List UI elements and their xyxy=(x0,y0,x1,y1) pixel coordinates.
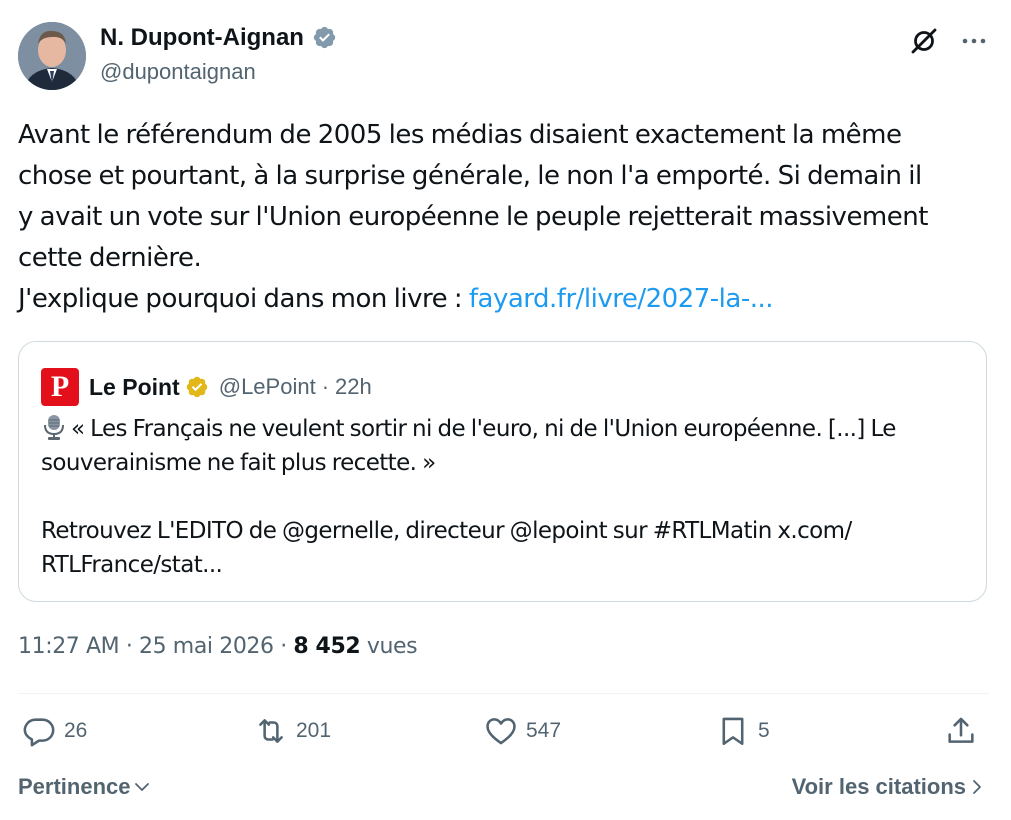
tweet-text-line: y avait un vote sur l'Union européenne l… xyxy=(18,202,928,232)
like-count: 547 xyxy=(526,719,562,742)
more-options-icon[interactable] xyxy=(959,26,989,56)
tweet-header: N. Dupont-Aignan @dupontaignan xyxy=(18,20,993,92)
tweet-date[interactable]: 25 mai 2026 xyxy=(139,634,274,659)
like-button[interactable]: 547 xyxy=(484,714,561,748)
grok-icon[interactable] xyxy=(909,26,939,56)
quoted-tweet-text: « Les Français ne veulent sortir ni de l… xyxy=(41,412,971,582)
reply-button[interactable]: 26 xyxy=(22,714,87,748)
quoted-author-handle[interactable]: @LePoint xyxy=(219,374,316,400)
gold-verified-badge-icon xyxy=(185,375,209,399)
repost-icon xyxy=(259,719,283,743)
author-handle[interactable]: @dupontaignan xyxy=(100,57,337,87)
tweet-text-line: cette dernière. xyxy=(18,243,202,273)
studio-microphone-icon xyxy=(41,413,67,441)
sort-label: Pertinence xyxy=(18,774,131,799)
heart-icon xyxy=(486,718,516,745)
quoted-author-name[interactable]: Le Point xyxy=(89,374,180,401)
separator-dot: · xyxy=(125,634,133,659)
reply-count: 26 xyxy=(64,719,88,742)
repost-button[interactable]: 201 xyxy=(254,714,331,748)
quoted-text-line: « Les Français ne veulent sortir ni de l… xyxy=(41,412,971,446)
author-info: N. Dupont-Aignan @dupontaignan xyxy=(100,22,337,87)
tweet-meta: 11:27 AM · 25 mai 2026 · 8 452 vues xyxy=(18,634,418,659)
quoted-text-line-1: « Les Français ne veulent sortir ni de l… xyxy=(71,416,896,442)
bookmark-icon xyxy=(722,717,744,746)
quoted-text-line-2: souverainisme ne fait plus recette. » xyxy=(41,450,436,476)
tweet-actions: 26 201 547 5 xyxy=(18,714,988,758)
chevron-right-icon xyxy=(973,780,981,794)
repost-count: 201 xyxy=(296,719,332,742)
author-avatar[interactable] xyxy=(18,22,86,90)
separator-dot: · xyxy=(321,374,330,399)
quoted-tweet-header: P Le Point @LePoint · 22h xyxy=(41,368,372,406)
tweet-text: Avant le référendum de 2005 les médias d… xyxy=(18,115,993,320)
author-display-name[interactable]: N. Dupont-Aignan xyxy=(100,22,304,54)
view-quotes-link[interactable]: Voir les citations xyxy=(792,774,986,800)
bookmark-button[interactable]: 5 xyxy=(716,714,770,748)
quoted-text-line-3: Retrouvez L'EDITO de @gernelle, directeu… xyxy=(41,518,852,544)
bookmark-count: 5 xyxy=(758,719,770,742)
book-link[interactable]: fayard.fr/livre/2027-la-... xyxy=(469,284,774,314)
share-icon xyxy=(948,717,974,743)
verified-badge-icon[interactable] xyxy=(312,25,337,50)
quoted-tweet[interactable]: P Le Point @LePoint · 22h « Les Français… xyxy=(18,341,987,602)
view-quotes-label: Voir les citations xyxy=(791,774,966,799)
views-label: vues xyxy=(366,634,418,659)
separator-dot: · xyxy=(280,634,287,659)
divider xyxy=(18,693,989,694)
quoted-tweet-time[interactable]: 22h xyxy=(335,374,372,400)
sort-dropdown[interactable]: Pertinence xyxy=(18,774,151,800)
tweet-text-prefix: J'explique pourquoi dans mon livre : xyxy=(18,284,469,314)
tweet-top-actions xyxy=(909,26,989,56)
tweet-text-line: chose et pourtant, à la surprise général… xyxy=(18,161,922,191)
quoted-text-line-4: RTLFrance/stat... xyxy=(41,552,223,578)
tweet-footer: Pertinence Voir les citations xyxy=(18,774,986,806)
reply-icon xyxy=(23,718,55,747)
view-count: 8 452 xyxy=(293,634,361,659)
tweet-text-line: J'explique pourquoi dans mon livre : fay… xyxy=(18,279,993,320)
chevron-down-icon xyxy=(134,783,149,791)
tweet-text-line: Avant le référendum de 2005 les médias d… xyxy=(18,120,902,150)
le-point-logo[interactable]: P xyxy=(41,368,79,406)
share-button[interactable] xyxy=(944,714,978,748)
tweet-time[interactable]: 11:27 AM xyxy=(18,634,120,659)
